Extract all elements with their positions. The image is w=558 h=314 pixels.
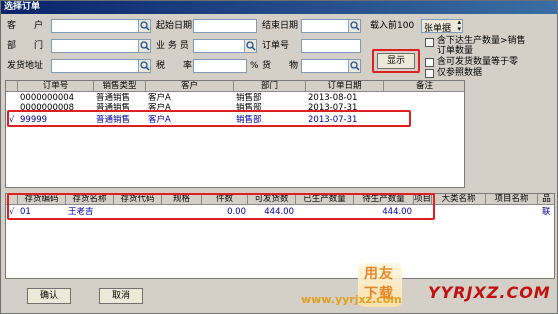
name-cell: 王老吉: [68, 207, 94, 217]
order-no-label: 订单号: [262, 41, 290, 51]
show-button[interactable]: 显示: [377, 53, 415, 69]
pending-cell: 444.00: [382, 207, 412, 217]
details-col-spec[interactable]: 规格: [162, 194, 202, 205]
customer-lookup-button[interactable]: [138, 20, 150, 32]
goods-lookup-button[interactable]: [348, 60, 360, 72]
salesman-field[interactable]: [193, 39, 257, 53]
incl-production-label-2: 订单数量: [437, 46, 474, 56]
sheet-sort-value: 张单据: [424, 24, 452, 34]
code-cell: 01: [20, 207, 31, 217]
search-icon: [140, 41, 150, 51]
orders-col-sale-type[interactable]: 销售类型: [94, 81, 146, 92]
customer-label: 客 户: [7, 21, 44, 31]
goods-label: 货 物: [262, 61, 299, 71]
end-date-picker-button[interactable]: [348, 20, 360, 32]
tail-cell: 联: [542, 207, 551, 217]
tax-field[interactable]: [193, 59, 247, 73]
ship-addr-lookup-button[interactable]: [138, 60, 150, 72]
details-grid[interactable]: 存货编码 存货名称 存货代码 规格 件数 可发货数 已生产数量 待生产数量 项目…: [5, 193, 555, 279]
end-date-label: 结束日期: [262, 21, 299, 31]
dept-field[interactable]: [51, 39, 151, 53]
details-col-category[interactable]: 大类名称: [432, 194, 486, 205]
pieces-cell: 0.00: [227, 207, 246, 217]
details-col-produced[interactable]: 已生产数量: [296, 194, 354, 205]
order-no-cell: 0000000008: [20, 103, 75, 113]
customer-cell: 客户A: [148, 103, 171, 113]
spinner-icon[interactable]: ▴ ▾: [457, 19, 461, 33]
sale-type-cell: 普通销售: [96, 103, 131, 113]
ship-zero-checkbox[interactable]: [425, 58, 434, 67]
ship-addr-field[interactable]: [51, 59, 151, 73]
orders-grid[interactable]: 订单号 销售类型 客户 部门 订单日期 备注 0000000004 普通销售 客…: [5, 80, 465, 188]
watermark-logo: YYRJXZ.COM: [428, 283, 551, 302]
ref-only-label: 仅参照数据: [437, 68, 483, 78]
salesman-label: 业 务 员: [156, 41, 189, 51]
details-col-pieces[interactable]: 件数: [202, 194, 248, 205]
ref-only-checkbox[interactable]: [425, 69, 434, 78]
orders-col-note[interactable]: 备注: [384, 81, 464, 92]
row-check-mark[interactable]: √: [7, 115, 18, 126]
orders-header-mark: [6, 81, 18, 92]
orders-col-dept[interactable]: 部门: [234, 81, 306, 92]
details-col-project-name[interactable]: 项目名称: [486, 194, 538, 205]
sale-type-cell: 普通销售: [96, 115, 131, 125]
shippable-cell: 444.00: [264, 207, 294, 217]
tax-label: 税 率: [156, 61, 193, 71]
search-icon: [350, 21, 360, 31]
cancel-button[interactable]: 取消: [99, 288, 143, 304]
details-header-mark: [6, 194, 18, 205]
customer-field[interactable]: [51, 19, 151, 33]
orders-col-date[interactable]: 订单日期: [306, 81, 384, 92]
order-no-field[interactable]: [301, 39, 361, 53]
sheet-sort-select[interactable]: 张单据 ▴ ▾: [421, 19, 463, 34]
percent-unit: %: [250, 61, 259, 71]
date-cell: 2013-07-31: [308, 115, 358, 125]
goods-field[interactable]: [301, 59, 361, 73]
start-date-label: 起始日期: [156, 21, 193, 31]
incl-production-checkbox[interactable]: [425, 38, 434, 47]
search-icon: [350, 61, 360, 71]
select-order-dialog: 选择订单 客 户 起始日期 结束日期 载入前100 张单据 ▴ ▾ 部 门 业 务…: [0, 0, 558, 314]
dept-label: 部 门: [7, 41, 44, 51]
ship-addr-label: 发货地址: [7, 61, 44, 71]
order-no-cell: 99999: [20, 115, 48, 125]
salesman-lookup-button[interactable]: [244, 40, 256, 52]
dept-lookup-button[interactable]: [138, 40, 150, 52]
end-date-field[interactable]: [301, 19, 361, 33]
orders-col-customer[interactable]: 客户: [146, 81, 234, 92]
dept-cell: 销售部: [236, 115, 262, 125]
details-col-pending[interactable]: 待生产数量: [354, 194, 414, 205]
search-icon: [140, 61, 150, 71]
search-icon: [140, 21, 150, 31]
watermark-url: www.yyrjxz.com: [301, 293, 402, 306]
customer-cell: 客户A: [148, 115, 171, 125]
row-check-mark[interactable]: √: [7, 207, 18, 218]
details-col-project[interactable]: 项目: [414, 194, 432, 205]
details-col-tail[interactable]: 品: [538, 194, 554, 205]
details-col-name[interactable]: 存货名称: [66, 194, 114, 205]
dept-cell: 销售部: [236, 103, 262, 113]
orders-col-order-no[interactable]: 订单号: [18, 81, 94, 92]
watermark-badge-top: 用友: [364, 266, 394, 282]
details-col-code[interactable]: 存货编码: [18, 194, 66, 205]
search-icon: [246, 41, 256, 51]
load-prev-label: 载入前100: [370, 21, 415, 31]
details-col-shippable[interactable]: 可发货数: [248, 194, 296, 205]
ship-zero-label: 含可发货数量等于零: [437, 57, 519, 67]
details-col-inv-code[interactable]: 存货代码: [114, 194, 162, 205]
date-cell: 2013-07-31: [308, 103, 358, 113]
confirm-button[interactable]: 确认: [27, 288, 71, 304]
start-date-field[interactable]: [193, 19, 257, 33]
dialog-title: 选择订单: [1, 1, 557, 14]
